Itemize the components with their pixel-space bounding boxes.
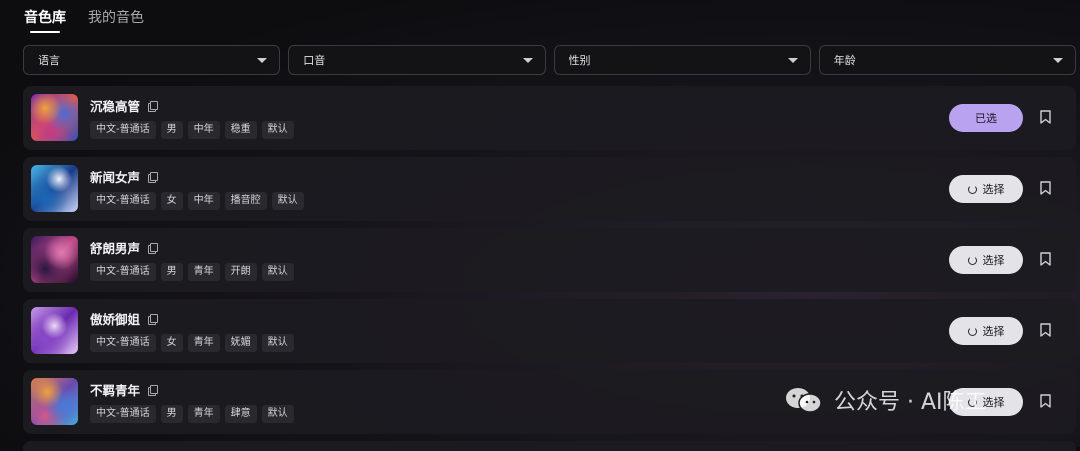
tag-age: 中年 xyxy=(187,121,220,139)
tag-language: 中文-普通话 xyxy=(90,263,156,281)
language-dropdown[interactable]: 语言 xyxy=(23,45,281,75)
select-button[interactable]: 选择 xyxy=(949,317,1023,345)
tab-my-voices[interactable]: 我的音色 xyxy=(88,0,144,27)
voice-tags: 中文-普通话 女 中年 播音腔 默认 xyxy=(90,192,304,210)
refresh-icon xyxy=(967,255,977,265)
voice-row[interactable]: 新闻女声 中文-普通话 女 中年 播音腔 默认 选择 xyxy=(23,157,1076,221)
tag-age: 中年 xyxy=(187,192,220,210)
bookmark-icon[interactable] xyxy=(1040,394,1051,408)
voice-name: 舒朗男声 xyxy=(90,241,141,256)
tag-language: 中文-普通话 xyxy=(90,405,156,423)
refresh-icon xyxy=(967,397,977,407)
age-dropdown-label: 年龄 xyxy=(833,54,856,67)
copy-icon[interactable] xyxy=(148,171,159,183)
tab-bar: 音色库 我的音色 xyxy=(24,0,144,36)
tag-default: 默认 xyxy=(261,405,294,423)
selected-button-label: 已选 xyxy=(975,112,997,125)
voice-row[interactable]: 傲娇御姐 中文-普通话 女 青年 妩媚 默认 选择 xyxy=(23,299,1076,363)
tag-gender: 男 xyxy=(160,121,183,139)
copy-icon[interactable] xyxy=(148,242,159,254)
select-button[interactable]: 选择 xyxy=(949,388,1023,416)
voice-tags: 中文-普通话 女 青年 妩媚 默认 xyxy=(90,334,294,352)
tag-gender: 男 xyxy=(160,263,183,281)
chevron-down-icon xyxy=(522,57,533,63)
bookmark-icon[interactable] xyxy=(1040,181,1051,195)
refresh-icon xyxy=(967,326,977,336)
bookmark-icon[interactable] xyxy=(1040,252,1051,266)
voice-row[interactable]: 沉稳高管 中文-普通话 男 中年 稳重 默认 已选 xyxy=(23,86,1076,150)
select-button-label: 选择 xyxy=(982,396,1005,409)
tag-language: 中文-普通话 xyxy=(90,334,156,352)
select-button[interactable]: 选择 xyxy=(949,175,1023,203)
bookmark-icon[interactable] xyxy=(1040,323,1051,337)
next-row-peek xyxy=(23,441,1076,451)
tag-gender: 女 xyxy=(160,334,183,352)
voice-name: 傲娇御姐 xyxy=(90,312,141,327)
voice-avatar xyxy=(31,307,78,354)
voice-tags: 中文-普通话 男 青年 开朗 默认 xyxy=(90,263,294,281)
gender-dropdown[interactable]: 性别 xyxy=(553,45,811,75)
voice-avatar xyxy=(31,94,78,141)
select-button-label: 选择 xyxy=(982,183,1005,196)
language-dropdown-label: 语言 xyxy=(38,54,60,67)
tag-default: 默认 xyxy=(261,334,294,352)
tag-style: 肆意 xyxy=(224,405,257,423)
select-button-label: 选择 xyxy=(982,325,1005,338)
copy-icon[interactable] xyxy=(148,100,159,112)
voice-list: 沉稳高管 中文-普通话 男 中年 稳重 默认 已选 新闻女声 中文-普通话 女 … xyxy=(23,86,1076,441)
copy-icon[interactable] xyxy=(148,384,159,396)
gender-dropdown-label: 性别 xyxy=(568,54,591,67)
bookmark-icon[interactable] xyxy=(1040,110,1051,124)
tag-style: 妩媚 xyxy=(224,334,257,352)
selected-button[interactable]: 已选 xyxy=(949,104,1023,132)
tag-gender: 女 xyxy=(160,192,183,210)
filter-bar: 语言 口音 性别 年龄 xyxy=(23,45,1076,75)
tag-default: 默认 xyxy=(271,192,304,210)
voice-row[interactable]: 不羁青年 中文-普通话 男 青年 肆意 默认 选择 xyxy=(23,370,1076,434)
tag-style: 稳重 xyxy=(224,121,257,139)
tag-language: 中文-普通话 xyxy=(90,192,156,210)
tag-age: 青年 xyxy=(187,334,220,352)
copy-icon[interactable] xyxy=(148,313,159,325)
chevron-down-icon xyxy=(787,57,798,63)
chevron-down-icon xyxy=(1053,57,1063,63)
accent-dropdown-label: 口音 xyxy=(303,54,326,67)
age-dropdown[interactable]: 年龄 xyxy=(818,45,1076,75)
chevron-down-icon xyxy=(257,57,268,63)
tag-age: 青年 xyxy=(187,405,220,423)
tag-language: 中文-普通话 xyxy=(90,121,156,139)
refresh-icon xyxy=(967,184,977,194)
tag-default: 默认 xyxy=(261,263,294,281)
voice-name: 沉稳高管 xyxy=(90,99,141,114)
tag-default: 默认 xyxy=(261,121,294,139)
tag-age: 青年 xyxy=(187,263,220,281)
select-button[interactable]: 选择 xyxy=(949,246,1023,274)
voice-avatar xyxy=(31,165,78,212)
select-button-label: 选择 xyxy=(982,254,1005,267)
accent-dropdown[interactable]: 口音 xyxy=(288,45,546,75)
voice-name: 新闻女声 xyxy=(90,170,141,185)
tab-voice-library[interactable]: 音色库 xyxy=(24,0,66,33)
voice-avatar xyxy=(31,236,78,283)
voice-row[interactable]: 舒朗男声 中文-普通话 男 青年 开朗 默认 选择 xyxy=(23,228,1076,292)
voice-name: 不羁青年 xyxy=(90,383,141,398)
tag-gender: 男 xyxy=(160,405,183,423)
voice-tags: 中文-普通话 男 中年 稳重 默认 xyxy=(90,121,294,139)
voice-tags: 中文-普通话 男 青年 肆意 默认 xyxy=(90,405,294,423)
tag-style: 开朗 xyxy=(224,263,257,281)
tag-style: 播音腔 xyxy=(224,192,267,210)
voice-avatar xyxy=(31,378,78,425)
